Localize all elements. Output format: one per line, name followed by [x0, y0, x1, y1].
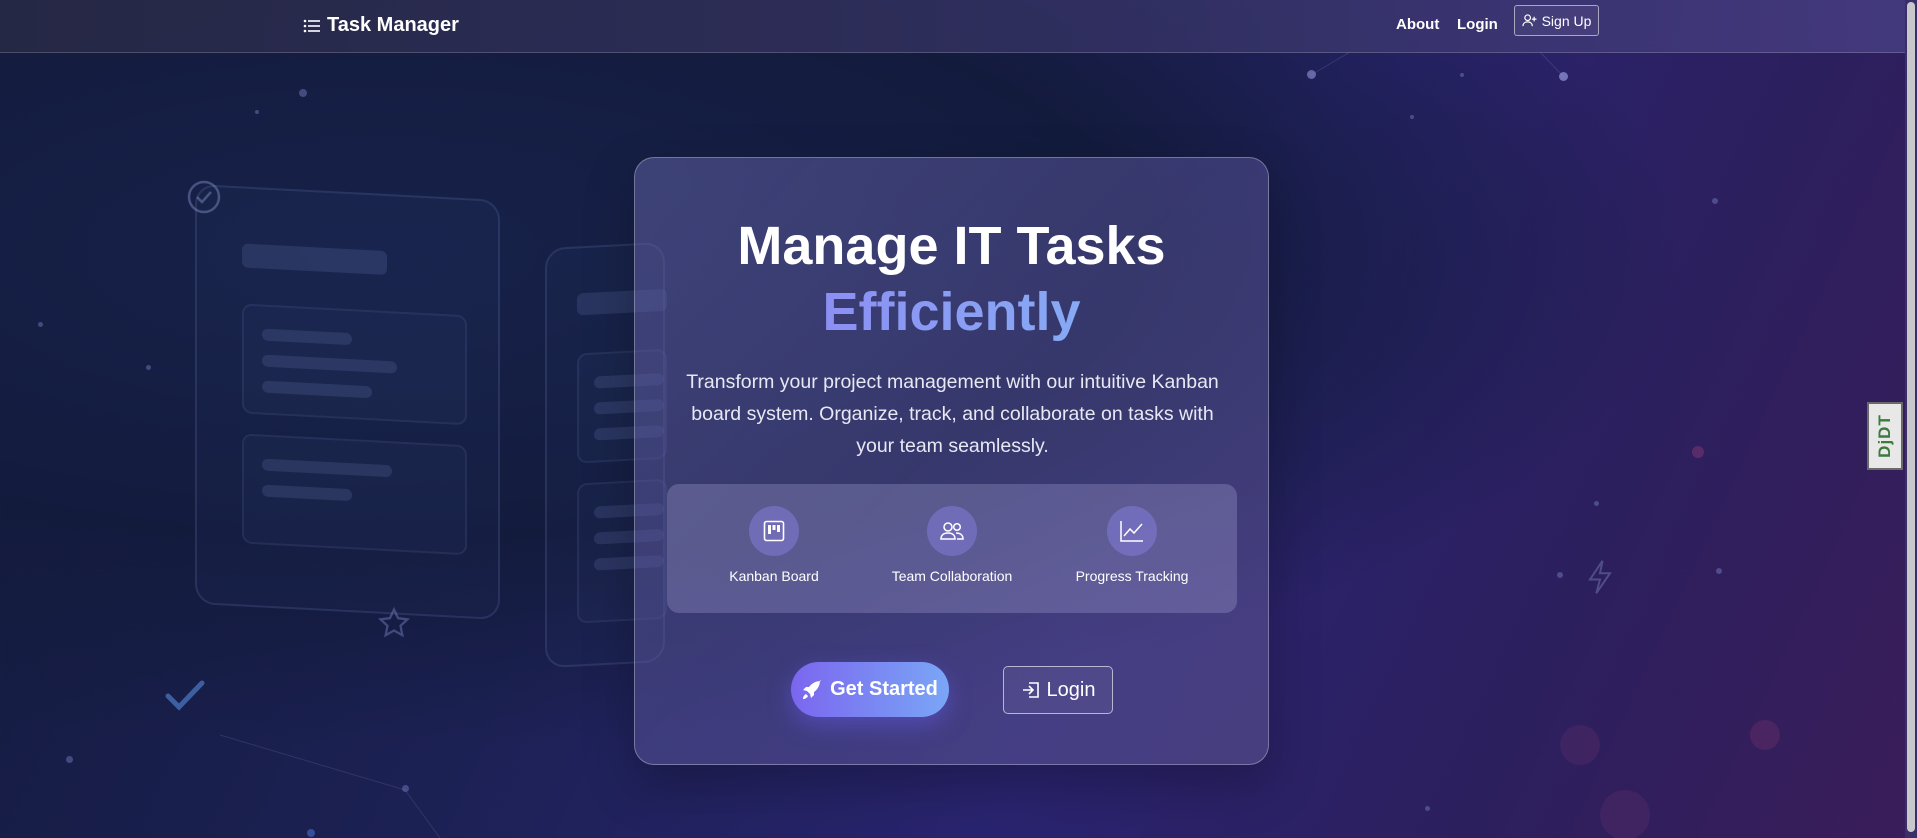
hero-title: Manage IT Tasks Efficiently [635, 213, 1268, 345]
hero-title-line1: Manage IT Tasks [737, 216, 1166, 276]
page-scrollbar[interactable] [1905, 0, 1917, 838]
get-started-button[interactable]: Get Started [791, 662, 949, 717]
brand-name: Task Manager [327, 14, 459, 36]
nav-about-link[interactable]: About [1396, 16, 1439, 33]
feature-label: Team Collaboration [891, 568, 1013, 584]
hero-card: Manage IT Tasks Efficiently Transform yo… [634, 157, 1269, 765]
signup-button[interactable]: Sign Up [1514, 5, 1599, 36]
brand-link[interactable]: Task Manager [303, 14, 459, 37]
get-started-label: Get Started [830, 678, 938, 700]
login-button[interactable]: Login [1003, 666, 1113, 714]
nav-login-link[interactable]: Login [1457, 16, 1498, 33]
signup-label: Sign Up [1541, 12, 1592, 29]
login-label: Login [1046, 678, 1096, 701]
feature-team-collaboration: Team Collaboration [862, 506, 1042, 584]
people-icon [927, 506, 977, 556]
hero-subtitle: Transform your project management with o… [686, 371, 1219, 457]
user-plus-icon [1521, 14, 1537, 27]
debug-toolbar-label: DjDT [1875, 414, 1895, 458]
rocket-icon [803, 679, 822, 699]
feature-label: Kanban Board [729, 568, 819, 584]
graph-up-icon [1107, 506, 1157, 556]
feature-progress-tracking: Progress Tracking [1042, 506, 1222, 584]
list-icon [303, 19, 320, 32]
scrollbar-thumb[interactable] [1907, 2, 1915, 832]
box-arrow-in-right-icon [1022, 682, 1039, 698]
kanban-icon [749, 506, 799, 556]
feature-kanban-board: Kanban Board [684, 506, 864, 584]
debug-toolbar-handle[interactable]: DjDT [1867, 402, 1903, 470]
hero-title-accent: Efficiently [635, 279, 1268, 345]
top-navbar: Task Manager About Login Sign Up [0, 0, 1905, 53]
features-panel: Kanban Board Team Collaboration Progress… [667, 484, 1237, 613]
feature-label: Progress Tracking [1075, 568, 1189, 584]
